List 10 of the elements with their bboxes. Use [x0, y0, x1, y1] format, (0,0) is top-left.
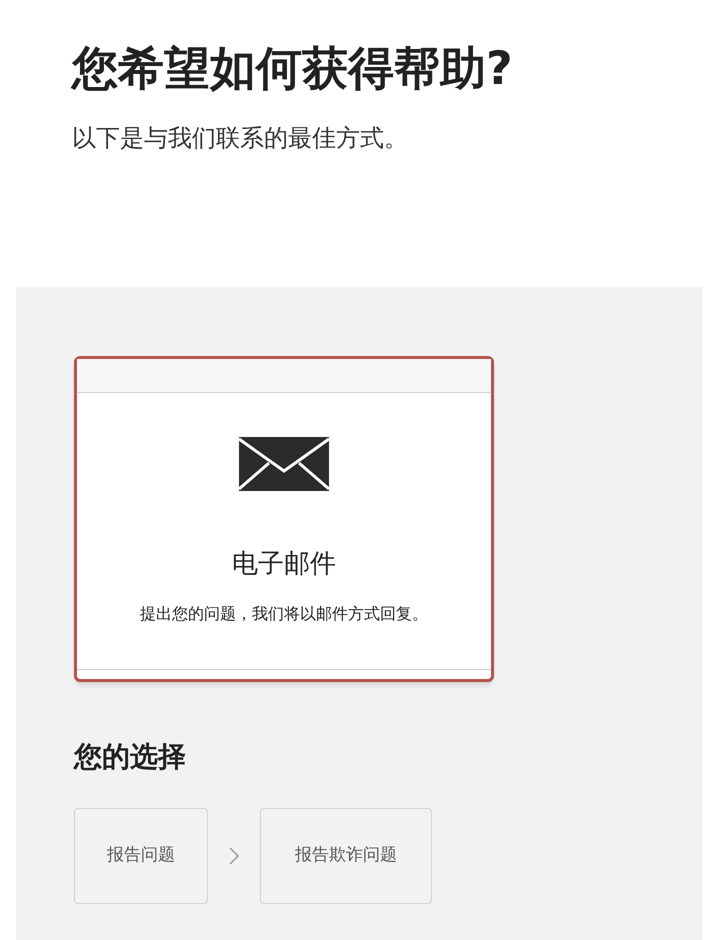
section-heading: 您的选择 — [74, 739, 187, 775]
page-title: 您希望如何获得帮助? — [72, 40, 514, 97]
option-title: 电子邮件 — [232, 548, 336, 581]
breadcrumb-step[interactable]: 报告问题 — [74, 808, 208, 904]
option-description: 提出您的问题，我们将以邮件方式回复。 — [140, 603, 428, 625]
breadcrumb-step[interactable]: 报告欺诈问题 — [260, 808, 432, 904]
page-subtitle: 以下是与我们联系的最佳方式。 — [72, 122, 409, 154]
envelope-icon — [239, 437, 329, 491]
chevron-right-icon — [229, 847, 239, 865]
option-card[interactable]: 电子邮件 提出您的问题，我们将以邮件方式回复。 — [74, 356, 494, 682]
